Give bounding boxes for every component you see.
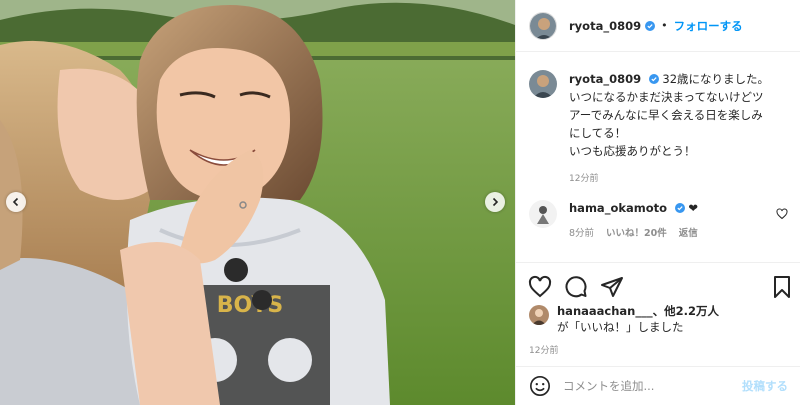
carousel-previous-button[interactable] [6, 192, 26, 212]
verified-badge-icon [645, 20, 656, 31]
liker-username[interactable]: hanaaachan___ [557, 304, 653, 318]
comment-likes-count[interactable]: いいね！20件 [606, 226, 667, 242]
instagram-post: BOYS ryota_0809 • フォローする ryota_0809 32歳に… [0, 0, 800, 405]
likes-suffix: が「いいね！」しました [557, 320, 684, 334]
heart-icon [528, 275, 552, 298]
save-button[interactable] [770, 275, 794, 299]
commenter-avatar[interactable] [529, 200, 557, 228]
chevron-right-icon [492, 197, 499, 207]
caption-timestamp[interactable]: 12分前 [569, 170, 769, 188]
post-photo[interactable]: BOYS [0, 0, 515, 405]
header-separator: • [661, 19, 668, 32]
caption-first-line: ryota_0809 32歳になりました。 [569, 70, 769, 88]
author-avatar-image [530, 12, 556, 39]
add-comment-bar: 投稿する [516, 366, 800, 405]
shirt-print-text: BOYS [217, 293, 283, 318]
likes-summary: hanaaachan___、他2.2万人 が「いいね！」しました [529, 303, 794, 335]
comment-input[interactable] [563, 379, 742, 393]
like-button[interactable] [528, 275, 552, 299]
comment-button[interactable] [564, 275, 588, 299]
caption-text-line: にしてる！ [569, 126, 627, 140]
follow-button[interactable]: フォローする [674, 18, 743, 34]
share-button[interactable] [600, 275, 624, 299]
caption-text-line: いつも応援ありがとう！ [569, 144, 696, 158]
emoji-icon[interactable] [529, 375, 551, 397]
comment-item: hama_okamoto ❤ 8分前 いいね！20件 返信 [529, 200, 794, 242]
likes-others-count[interactable]: 、他2.2万人 [653, 304, 719, 318]
verified-badge-icon [648, 74, 659, 84]
post-photo-image: BOYS [0, 0, 515, 405]
carousel-next-button[interactable] [485, 192, 505, 212]
commenter-username[interactable]: hama_okamoto [569, 201, 667, 215]
commenter-avatar-image [529, 200, 557, 228]
chevron-left-icon [12, 197, 19, 207]
comment-meta: 8分前 いいね！20件 返信 [569, 226, 794, 242]
comment-bubble-icon [565, 276, 587, 298]
caption-text-line: いつになるかまだ決まってないけどツ [569, 90, 764, 104]
caption-text-line: 32歳になりました。 [662, 72, 770, 86]
caption-avatar-image [529, 70, 557, 98]
comment-like-heart-icon[interactable] [776, 208, 788, 220]
comment-timestamp[interactable]: 8分前 [569, 226, 594, 242]
caption-text-line: アーでみんなに早く会える日を楽しみ [569, 108, 763, 122]
liker-avatar-image [529, 305, 549, 325]
author-avatar[interactable] [529, 11, 557, 40]
verified-badge-icon [674, 203, 685, 213]
caption-avatar[interactable] [529, 70, 557, 98]
post-timestamp[interactable]: 12分前 [529, 343, 558, 356]
comment-reply-button[interactable]: 返信 [679, 226, 698, 242]
comment-text: ❤ [688, 201, 698, 215]
liker-avatar[interactable] [529, 305, 549, 325]
bookmark-icon [774, 276, 790, 298]
author-username[interactable]: ryota_0809 [569, 19, 641, 33]
paper-plane-icon [601, 277, 623, 297]
likes-first-line: hanaaachan___、他2.2万人 [557, 303, 719, 319]
comment-text-line: hama_okamoto ❤ [569, 200, 794, 216]
post-header: ryota_0809 • フォローする [516, 0, 800, 52]
post-comment-button[interactable]: 投稿する [742, 378, 788, 394]
caption-username[interactable]: ryota_0809 [569, 72, 641, 86]
post-caption: ryota_0809 32歳になりました。 いつになるかまだ決まってないけどツ … [529, 70, 794, 188]
post-side-panel: ryota_0809 • フォローする ryota_0809 32歳になりました… [515, 0, 800, 405]
